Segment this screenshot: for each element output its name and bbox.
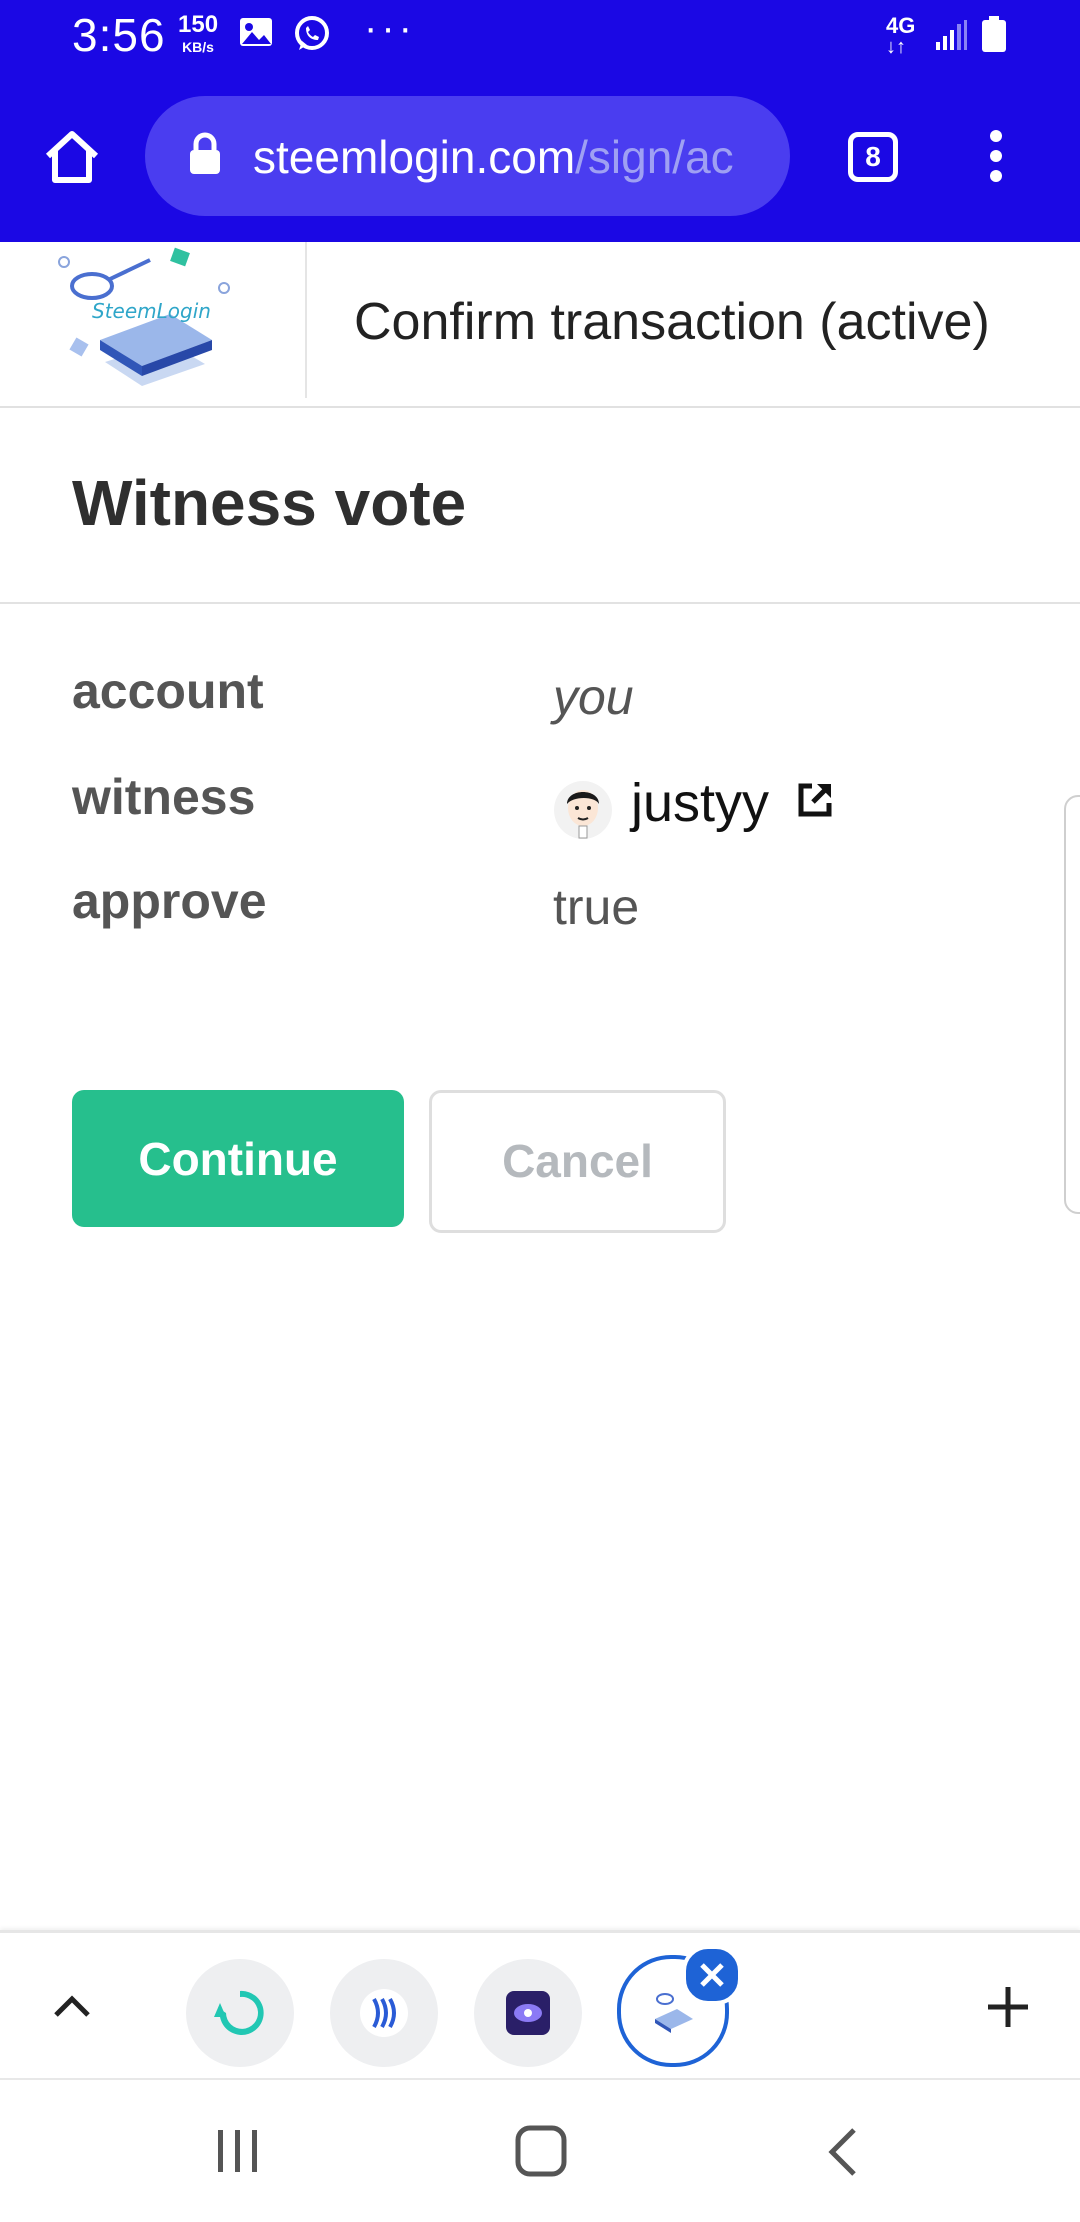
network-speed: 150 KB/s	[178, 11, 219, 58]
gallery-icon	[238, 14, 274, 55]
back-icon[interactable]	[824, 2126, 860, 2183]
page-title: Confirm transaction (active)	[354, 293, 990, 351]
system-nav-bar	[0, 2078, 1080, 2222]
account-value: you	[553, 669, 634, 725]
tab-dark-app[interactable]	[474, 1959, 582, 2067]
battery-icon	[980, 16, 1008, 59]
chevron-up-icon[interactable]	[52, 1993, 92, 2024]
section-divider	[0, 602, 1080, 604]
menu-icon[interactable]	[988, 130, 1004, 187]
witness-label: witness	[72, 769, 256, 825]
url-path: /sign/ac	[575, 131, 734, 183]
signal-icon	[934, 18, 968, 57]
home-icon[interactable]	[42, 128, 102, 191]
plus-icon[interactable]	[984, 1983, 1032, 2036]
network-speed-unit: KB/s	[182, 39, 214, 55]
tab-steemit[interactable]	[330, 1959, 438, 2067]
approve-value: true	[553, 879, 640, 935]
operation-title: Witness vote	[72, 467, 467, 539]
continue-button[interactable]: Continue	[72, 1090, 404, 1227]
account-label: account	[72, 663, 264, 719]
url-bar[interactable]: steemlogin.com/sign/ac	[145, 96, 790, 216]
network-type-label: 4G	[886, 13, 916, 38]
edge-panel-handle[interactable]	[1064, 795, 1080, 1214]
close-tab-icon[interactable]	[682, 1945, 742, 2005]
witness-avatar	[553, 780, 613, 845]
app-eye-icon	[506, 1991, 550, 2035]
browser-tab-bar	[0, 1930, 1080, 2081]
network-speed-value: 150	[178, 11, 219, 38]
tab-switcher-button[interactable]: 8	[848, 132, 898, 182]
status-bar: 3:56 150 KB/s ··· 4G ↓↑	[0, 0, 1080, 80]
tab-count: 8	[865, 141, 881, 172]
network-type: 4G ↓↑	[886, 13, 916, 58]
more-notifications-icon: ···	[364, 6, 416, 50]
cancel-button[interactable]: Cancel	[429, 1090, 726, 1233]
recents-icon[interactable]	[214, 2126, 262, 2181]
page-header: SteemLogin Confirm transaction (active)	[0, 242, 1080, 408]
approve-label: approve	[72, 873, 267, 929]
witness-name-link[interactable]: justyy	[631, 772, 769, 834]
logo-text: SteemLogin	[92, 299, 211, 323]
url-host: steemlogin.com	[253, 131, 576, 183]
tab-steempeak[interactable]	[186, 1959, 294, 2067]
steemlogin-logo[interactable]: SteemLogin	[0, 242, 307, 398]
browser-chrome: 3:56 150 KB/s ··· 4G ↓↑ steemlogin.com/si…	[0, 0, 1080, 242]
lock-icon	[187, 132, 223, 181]
whatsapp-icon	[292, 14, 332, 59]
home-nav-icon[interactable]	[514, 2124, 568, 2183]
status-time: 3:56	[72, 9, 166, 61]
url-text: steemlogin.com/sign/ac	[253, 130, 763, 184]
steem-icon	[360, 1989, 408, 2037]
steempeak-icon	[214, 1990, 264, 2035]
external-link-icon[interactable]	[795, 780, 835, 825]
